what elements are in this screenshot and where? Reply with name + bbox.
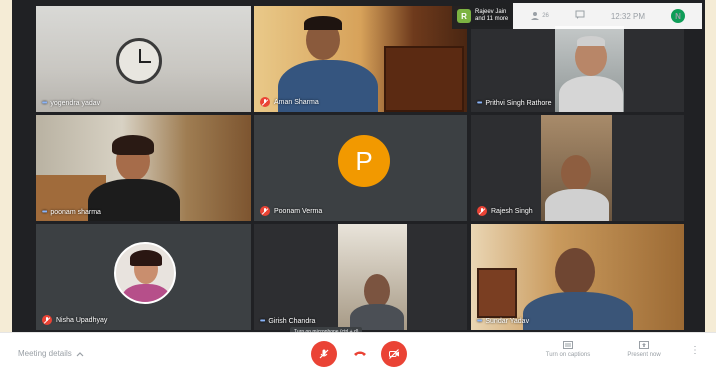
participant-label: yogendra yadav: [50, 100, 101, 107]
participant-first-name: Rajeev Jain: [475, 8, 507, 15]
participant-tile-poonam-verma[interactable]: P Poonam Verma: [254, 115, 467, 221]
camera-off-icon: [389, 349, 399, 359]
present-now-label: Present now: [627, 352, 661, 359]
participants-summary: Rajeev Jain and 11 more: [475, 9, 508, 24]
participant-label: Prithvi Singh Rathore: [485, 100, 552, 107]
hang-up-icon: [354, 351, 366, 356]
participant-label: Girish Chandra: [268, 318, 316, 325]
participant-tile-sundar[interactable]: ••• Sundar Yadav: [471, 224, 684, 330]
people-count: 26: [542, 13, 549, 19]
participant-name: Rajesh Singh: [477, 206, 533, 216]
wall-painting: [477, 268, 517, 318]
video-feed: [471, 224, 684, 330]
avatar-initial: N: [675, 11, 681, 21]
bottom-control-bar: Meeting details Turn on captions Present…: [0, 332, 716, 372]
more-options-button[interactable]: ⋮: [690, 345, 700, 357]
mic-off-icon: [319, 349, 329, 359]
video-feed: [338, 224, 407, 330]
people-icon: [531, 12, 540, 20]
present-now-button[interactable]: Present now: [620, 341, 668, 359]
participant-tile-rajesh[interactable]: Rajesh Singh: [471, 115, 684, 221]
participant-name: ••• poonam sharma: [42, 209, 101, 216]
mic-off-icon: [260, 97, 270, 107]
top-controls: 26 12:32 PM N: [513, 3, 702, 29]
captions-icon: [563, 341, 573, 349]
video-grid: ••• yogendra yadav Aman Sharma ••• Prith: [12, 0, 705, 332]
participant-name: ••• Sundar Yadav: [477, 318, 529, 325]
participant-more-count: and 11 more: [475, 16, 509, 22]
participant-avatar: R: [457, 9, 471, 23]
meeting-details-label: Meeting details: [18, 349, 72, 358]
participant-name: Aman Sharma: [260, 97, 319, 107]
avatar-initial: R: [461, 11, 467, 21]
participant-name: ••• yogendra yadav: [42, 100, 100, 107]
self-avatar[interactable]: N: [671, 9, 686, 23]
participant-tile-prithvi[interactable]: ••• Prithvi Singh Rathore: [471, 26, 684, 112]
participant-label: Nisha Upadhyay: [56, 316, 108, 324]
people-button[interactable]: 26: [530, 11, 549, 21]
speaking-indicator-icon: •••: [260, 318, 265, 325]
participants-chip[interactable]: R Rajeev Jain and 11 more: [452, 3, 514, 29]
participant-tile-girish[interactable]: ••• Girish Chandra: [254, 224, 467, 330]
meeting-details-button[interactable]: Meeting details: [18, 349, 84, 358]
bookshelf: [384, 46, 464, 112]
participant-name: ••• Girish Chandra: [260, 318, 315, 325]
chevron-up-icon: [76, 351, 84, 356]
participant-label: Rajesh Singh: [491, 207, 533, 215]
speaking-indicator-icon: •••: [42, 209, 47, 216]
camera-toggle-button[interactable]: [381, 341, 407, 367]
chat-button[interactable]: [575, 10, 585, 22]
speaking-indicator-icon: •••: [477, 318, 482, 325]
participant-label: Aman Sharma: [274, 98, 319, 106]
more-vert-icon: ⋮: [690, 345, 700, 356]
video-feed: [36, 115, 251, 221]
captions-button[interactable]: Turn on captions: [540, 341, 596, 359]
avatar-initial: P: [355, 145, 373, 176]
participant-name: Nisha Upadhyay: [42, 315, 107, 325]
avatar: [114, 242, 176, 304]
participant-label: Poonam Verma: [274, 207, 323, 215]
participant-label: Sundar Yadav: [485, 318, 530, 325]
chat-icon: [575, 10, 585, 19]
leave-call-button[interactable]: [353, 347, 367, 359]
participant-name: Poonam Verma: [260, 206, 322, 216]
video-feed: [36, 6, 251, 112]
speaking-indicator-icon: •••: [477, 100, 482, 107]
video-feed: [541, 115, 612, 221]
participant-tile-aman[interactable]: Aman Sharma: [254, 6, 467, 112]
mic-off-icon: [42, 315, 52, 325]
meeting-clock: 12:32 PM: [610, 11, 646, 21]
participant-tile-poonam-sharma[interactable]: ••• poonam sharma: [36, 115, 251, 221]
participant-name: ••• Prithvi Singh Rathore: [477, 100, 552, 107]
participant-tile-nisha[interactable]: Nisha Upadhyay: [36, 224, 251, 330]
mic-off-icon: [477, 206, 487, 216]
top-bar: R Rajeev Jain and 11 more 26 12:32 PM N: [452, 3, 702, 29]
avatar: P: [338, 135, 390, 187]
microphone-toggle-button[interactable]: [311, 341, 337, 367]
wall-clock: [116, 38, 162, 84]
present-icon: [639, 341, 649, 349]
speaking-indicator-icon: •••: [42, 100, 47, 107]
captions-label: Turn on captions: [545, 352, 591, 359]
video-feed: [555, 26, 624, 112]
participant-label: poonam sharma: [50, 209, 101, 216]
participant-tile-yogendra[interactable]: ••• yogendra yadav: [36, 6, 251, 112]
mic-off-icon: [260, 206, 270, 216]
